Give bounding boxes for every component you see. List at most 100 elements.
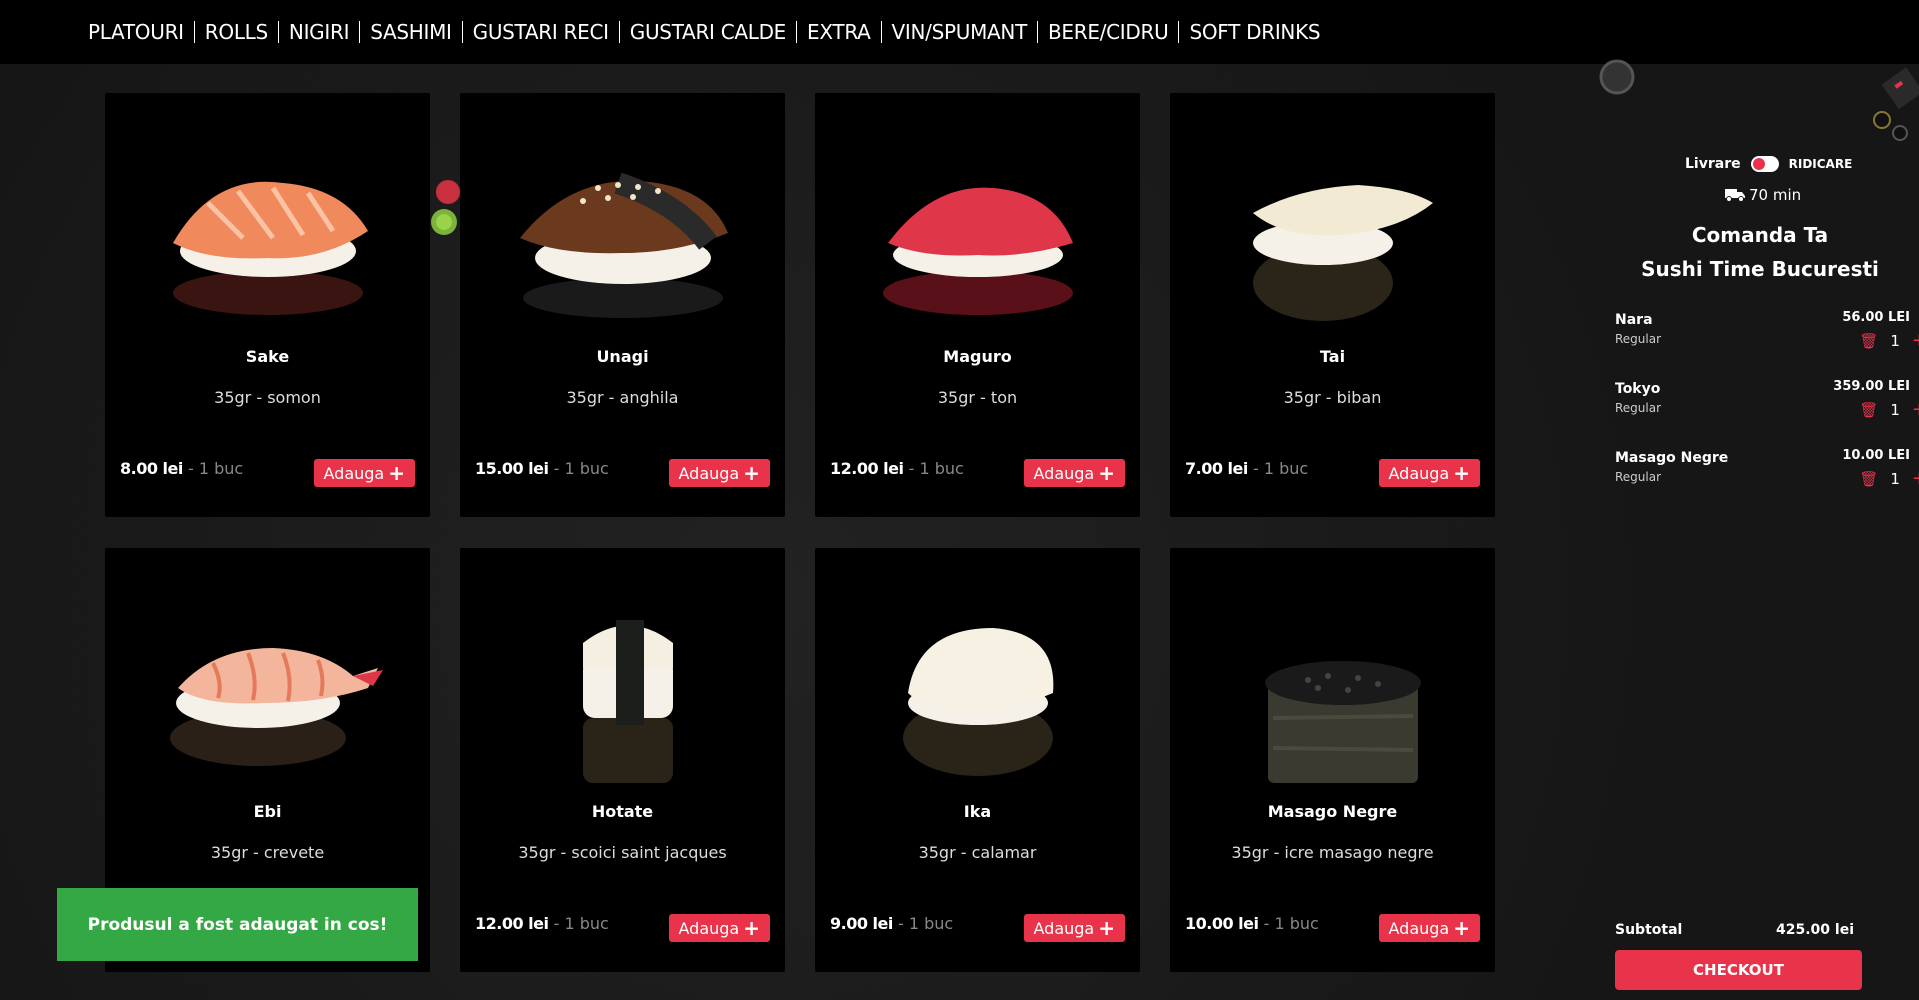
- plus-icon: +: [1098, 461, 1115, 485]
- trash-icon[interactable]: 🗑: [1859, 332, 1878, 350]
- product-price-row: 7.00 lei - 1 buc: [1185, 459, 1308, 478]
- product-unit: - 1 buc: [903, 459, 964, 478]
- product-name: Sake: [245, 347, 290, 366]
- sake-image: [105, 113, 430, 353]
- cart-item: Tokyo Regular 359.00 LEI 🗑 1 +: [1615, 379, 1919, 431]
- cart-item-price: 56.00 LEI: [1842, 310, 1910, 325]
- nav-item-vin-spumant[interactable]: VIN/SPUMANT: [882, 21, 1039, 43]
- cart-item-controls: 🗑 1 +: [1859, 330, 1919, 351]
- ika-image: [815, 568, 1140, 808]
- product-name: Tai: [1319, 347, 1346, 366]
- nav-item-rolls[interactable]: ROLLS: [195, 21, 279, 43]
- product-card-sake: Sake 35gr - somon 8.00 lei - 1 buc Adaug…: [105, 93, 430, 517]
- add-to-cart-button[interactable]: Adauga +: [1023, 459, 1125, 487]
- product-price-row: 8.00 lei - 1 buc: [120, 459, 243, 478]
- product-description: 35gr - biban: [1283, 388, 1382, 407]
- product-price: 7.00 lei: [1185, 459, 1248, 478]
- delivery-toggle-row: Livrare RIDICARE: [1685, 156, 1852, 172]
- subtotal-row: Subtotal 425.00 lei: [1615, 922, 1854, 938]
- product-unit: - 1 buc: [182, 459, 244, 478]
- product-price: 12.00 lei: [830, 459, 904, 478]
- plus-icon: +: [743, 916, 760, 940]
- add-label: Adauga: [678, 918, 740, 938]
- product-name: Ika: [963, 802, 992, 821]
- nav-item-nigiri[interactable]: NIGIRI: [279, 21, 361, 43]
- product-price-row: 9.00 lei - 1 buc: [830, 914, 953, 933]
- add-to-cart-button[interactable]: Adauga +: [313, 459, 415, 487]
- product-unit: - 1 buc: [1258, 914, 1319, 933]
- product-price-row: 12.00 lei - 1 buc: [475, 914, 609, 933]
- add-label: Adauga: [1033, 463, 1095, 483]
- cart-item: Masago Negre Regular 10.00 LEI 🗑 1 +: [1615, 448, 1919, 500]
- product-description: 35gr - crevete: [210, 843, 325, 862]
- cart-item-controls: 🗑 1 +: [1859, 468, 1919, 489]
- product-price: 8.00 lei: [120, 459, 183, 478]
- add-to-cart-button[interactable]: Adauga +: [668, 914, 770, 942]
- nav-item-sashimi[interactable]: SASHIMI: [360, 21, 463, 43]
- tai-image: [1170, 113, 1495, 353]
- product-unit: - 1 buc: [548, 459, 609, 478]
- nav-item-platouri[interactable]: PLATOURI: [86, 21, 195, 43]
- increase-qty-icon[interactable]: +: [1912, 330, 1919, 351]
- add-to-cart-button[interactable]: Adauga +: [1378, 914, 1480, 942]
- increase-qty-icon[interactable]: +: [1912, 399, 1919, 420]
- product-price: 12.00 lei: [475, 914, 549, 933]
- plus-icon: +: [1453, 916, 1470, 940]
- product-card-unagi: Unagi 35gr - anghila 15.00 lei - 1 buc A…: [460, 93, 785, 517]
- cart-item-variant: Regular: [1615, 401, 1662, 415]
- added-to-cart-toast: Produsul a fost adaugat in cos!: [57, 888, 418, 961]
- add-label: Adauga: [323, 463, 385, 483]
- product-name: Maguro: [943, 347, 1012, 366]
- plus-icon: +: [1098, 916, 1115, 940]
- cart-item-price: 359.00 LEI: [1833, 379, 1910, 394]
- delivery-time-value: 70 min: [1749, 186, 1802, 204]
- delivery-time: 70 min: [1725, 186, 1801, 204]
- trash-icon[interactable]: 🗑: [1859, 401, 1878, 419]
- add-to-cart-button[interactable]: Adauga +: [1023, 914, 1125, 942]
- cart-item-qty: 1: [1890, 331, 1900, 350]
- product-name: Hotate: [591, 802, 654, 821]
- truck-icon: [1725, 189, 1745, 202]
- product-card-tai: Tai 35gr - biban 7.00 lei - 1 buc Adauga…: [1170, 93, 1495, 517]
- checkout-button[interactable]: CHECKOUT: [1615, 950, 1862, 990]
- livrare-label: Livrare: [1685, 156, 1741, 172]
- product-unit: - 1 buc: [892, 914, 954, 933]
- cart-item-controls: 🗑 1 +: [1859, 399, 1919, 420]
- maguro-image: [815, 113, 1140, 353]
- subtotal-label: Subtotal: [1615, 922, 1683, 938]
- product-description: 35gr - somon: [214, 388, 321, 407]
- cart-item-qty: 1: [1890, 469, 1900, 488]
- nav-item-extra[interactable]: EXTRA: [797, 21, 882, 43]
- ebi-image: [105, 568, 430, 808]
- add-label: Adauga: [1033, 918, 1095, 938]
- add-label: Adauga: [678, 463, 740, 483]
- cart-item-variant: Regular: [1615, 332, 1662, 346]
- nav-item-gustari-reci[interactable]: GUSTARI RECI: [463, 21, 620, 43]
- add-to-cart-button[interactable]: Adauga +: [1378, 459, 1480, 487]
- delivery-pickup-toggle[interactable]: [1750, 156, 1779, 172]
- cart-item-name: Masago Negre: [1615, 450, 1729, 466]
- order-title: Comanda Ta Sushi Time Bucuresti: [1600, 218, 1919, 286]
- nav-item-soft-drinks[interactable]: SOFT DRINKS: [1179, 21, 1330, 43]
- cart-item: Nara Regular 56.00 LEI 🗑 1 +: [1615, 310, 1919, 362]
- nav-item-bere-cidru[interactable]: BERE/CIDRU: [1038, 21, 1180, 43]
- nav-item-gustari-calde[interactable]: GUSTARI CALDE: [620, 21, 798, 43]
- product-price-row: 15.00 lei - 1 buc: [475, 459, 609, 478]
- product-description: 35gr - scoici saint jacques: [518, 843, 727, 862]
- cart-item-qty: 1: [1890, 400, 1900, 419]
- increase-qty-icon[interactable]: +: [1912, 468, 1919, 489]
- product-price: 9.00 lei: [830, 914, 893, 933]
- product-card-hotate: Hotate 35gr - scoici saint jacques 12.00…: [460, 548, 785, 972]
- order-title-line1: Comanda Ta: [1691, 223, 1829, 247]
- product-price-row: 10.00 lei - 1 buc: [1185, 914, 1319, 933]
- product-description: 35gr - calamar: [918, 843, 1037, 862]
- product-name: Unagi: [596, 347, 649, 366]
- masago-negre-image: [1170, 568, 1495, 808]
- product-card-maguro: Maguro 35gr - ton 12.00 lei - 1 buc Adau…: [815, 93, 1140, 517]
- product-price: 10.00 lei: [1185, 914, 1259, 933]
- add-to-cart-button[interactable]: Adauga +: [668, 459, 770, 487]
- toggle-knob: [1752, 158, 1765, 170]
- product-unit: - 1 buc: [1247, 459, 1309, 478]
- trash-icon[interactable]: 🗑: [1859, 470, 1878, 488]
- product-grid: Sake 35gr - somon 8.00 lei - 1 buc Adaug…: [105, 93, 1495, 972]
